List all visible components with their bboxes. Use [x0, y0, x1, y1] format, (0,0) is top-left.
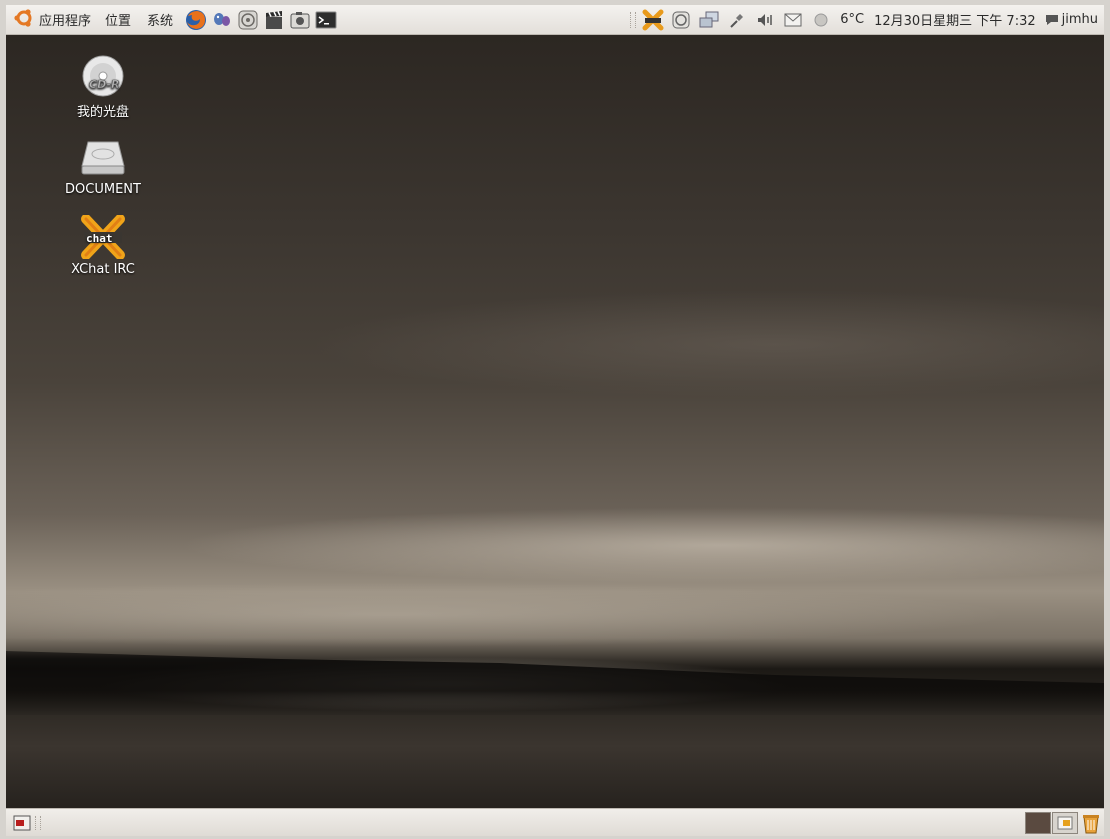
- applications-menu-label: 应用程序: [39, 14, 92, 29]
- sound-juicer-icon[interactable]: [236, 8, 260, 32]
- workspace-2[interactable]: [1052, 811, 1078, 834]
- volume-icon[interactable]: [754, 9, 776, 31]
- panel-handle[interactable]: [35, 815, 41, 830]
- chat-status-icon[interactable]: [1044, 9, 1060, 31]
- xchat-icon: chat: [79, 213, 127, 261]
- launcher-group: [183, 8, 339, 32]
- user-menu[interactable]: jimhu: [1060, 12, 1104, 27]
- places-menu[interactable]: 位置: [97, 5, 139, 34]
- cd-audio-tray-icon[interactable]: [670, 9, 692, 31]
- ubuntu-logo-icon: [14, 8, 34, 32]
- top-panel: 应用程序 位置 系统 6°C 12月30日星期三 下午 7:32 jimhu: [6, 5, 1104, 35]
- svg-text:chat: chat: [86, 232, 113, 245]
- power-plug-icon[interactable]: [726, 9, 748, 31]
- cd-r-icon: CD-R: [79, 52, 127, 100]
- xchat-tray-icon[interactable]: [642, 9, 664, 31]
- desktop-icon-xchat[interactable]: chat XChat IRC: [48, 213, 158, 277]
- network-icon[interactable]: [698, 9, 720, 31]
- desktop-icon-label: XChat IRC: [71, 262, 135, 277]
- svg-text:CD-R: CD-R: [89, 78, 119, 91]
- clock[interactable]: 12月30日星期三 下午 7:32: [869, 10, 1041, 29]
- mail-icon[interactable]: [782, 9, 804, 31]
- tray-handle[interactable]: [630, 11, 637, 28]
- desktop-icon-label: DOCUMENT: [65, 182, 141, 197]
- drive-icon: [79, 133, 127, 181]
- weather-temperature[interactable]: 6°C: [835, 12, 869, 27]
- notification-area: 6°C 12月30日星期三 下午 7:32 jimhu: [627, 5, 1104, 34]
- workspace-1[interactable]: [1025, 811, 1051, 834]
- wallpaper-landscape: [6, 651, 1104, 715]
- desktop-icon-document[interactable]: DOCUMENT: [48, 133, 158, 197]
- pidgin-icon[interactable]: [210, 8, 234, 32]
- show-desktop-icon: [13, 815, 31, 830]
- desktop-icon-label: 我的光盘: [76, 105, 129, 120]
- terminal-icon[interactable]: [314, 8, 338, 32]
- window-thumbnail-icon: [1057, 816, 1073, 829]
- desktop[interactable]: CD-R 我的光盘 DOCUMENT chat XChat IRC: [6, 35, 1104, 808]
- applications-menu[interactable]: 应用程序: [6, 5, 97, 34]
- show-desktop-button[interactable]: [12, 814, 32, 832]
- screenshot-icon[interactable]: [288, 8, 312, 32]
- movie-player-icon[interactable]: [262, 8, 286, 32]
- system-menu[interactable]: 系统: [139, 5, 181, 34]
- desktop-icon-cd[interactable]: CD-R 我的光盘: [48, 52, 158, 120]
- bottom-panel: [6, 808, 1104, 836]
- firefox-icon[interactable]: [184, 8, 208, 32]
- weather-icon[interactable]: [810, 9, 832, 31]
- trash-icon[interactable]: [1080, 811, 1102, 835]
